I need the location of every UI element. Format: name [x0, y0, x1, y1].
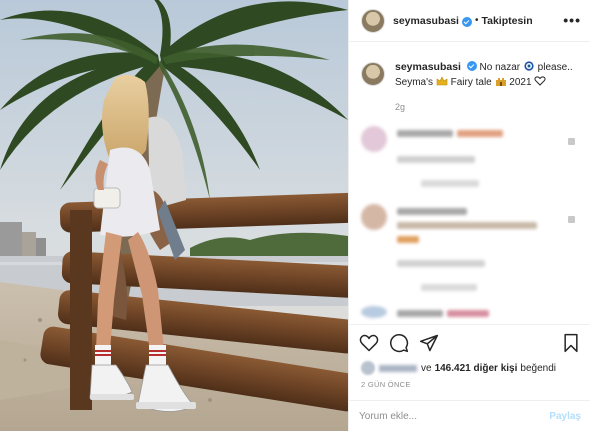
likes-count[interactable]: 146.421 diğer kişi — [435, 363, 518, 374]
post-header: seymasubasi • Takiptesin ••• — [349, 0, 590, 42]
comment-emojis-blurred — [457, 130, 503, 137]
heart-outline-emoji-icon — [534, 76, 546, 86]
caption-text-5: 2021 — [509, 77, 532, 88]
comment-box: Paylaş — [349, 400, 590, 431]
post-photo[interactable] — [0, 0, 348, 431]
verified-badge-icon — [466, 61, 477, 71]
comment-avatar — [361, 204, 387, 230]
comment-replies-blurred — [421, 180, 479, 187]
comment-text-blurred — [397, 222, 537, 229]
caption-text: seymasubasi No nazar please.. Seyma's Fa… — [395, 60, 573, 90]
crown-emoji-icon — [436, 76, 448, 86]
likes-suffix: beğendi — [520, 362, 556, 374]
likes-prefix: ve — [421, 362, 432, 374]
post-comment-button[interactable]: Paylaş — [549, 411, 581, 422]
comment-meta-blurred — [397, 156, 475, 163]
comment-avatar — [361, 306, 387, 318]
comment-emojis-blurred — [397, 236, 419, 243]
verified-badge-icon — [461, 16, 472, 27]
caption-avatar[interactable] — [361, 62, 385, 86]
follow-status-button[interactable]: Takiptesin — [481, 15, 532, 27]
header-separator: • — [474, 15, 479, 26]
share-icon[interactable] — [419, 333, 439, 353]
post-actions: ve 146.421 diğer kişi beğendi 2 GÜN ÖNCE — [349, 324, 590, 408]
comment-like-icon[interactable] — [568, 216, 575, 223]
heart-icon[interactable] — [359, 333, 379, 353]
caption-username[interactable]: seymasubasi — [395, 61, 461, 73]
beach-photo-illustration — [0, 0, 348, 431]
caption-text-3: Seyma's — [395, 77, 434, 88]
caption-time: 2g — [395, 102, 406, 112]
likes-summary[interactable]: ve 146.421 diğer kişi beğendi — [361, 361, 556, 375]
bookmark-icon[interactable] — [561, 333, 581, 353]
comment-emojis-blurred — [447, 310, 489, 317]
castle-emoji-icon — [495, 78, 506, 86]
comment-meta-blurred — [397, 260, 485, 267]
caption-text-2: please.. — [537, 62, 573, 73]
comment-username-blurred — [397, 310, 443, 317]
comment-input[interactable] — [359, 410, 550, 422]
more-options-icon[interactable]: ••• — [563, 12, 581, 28]
caption-text-1: No nazar — [479, 62, 521, 73]
post-date: 2 GÜN ÖNCE — [361, 380, 411, 389]
post-caption: seymasubasi No nazar please.. Seyma's Fa… — [361, 60, 581, 90]
author-username[interactable]: seymasubasi — [393, 15, 459, 27]
comment-username-blurred — [397, 208, 467, 215]
comment-replies-blurred — [421, 284, 477, 291]
post-side-panel: seymasubasi • Takiptesin ••• seymasubasi… — [348, 0, 590, 431]
comment-avatar — [361, 126, 387, 152]
liker-username-blurred — [379, 364, 417, 372]
liker-avatar — [361, 361, 375, 375]
nazar-eye-emoji-icon — [524, 61, 534, 71]
caption-text-4: Fairy tale — [450, 77, 492, 88]
author-avatar[interactable] — [361, 8, 385, 33]
comment-like-icon[interactable] — [568, 138, 575, 145]
instagram-post: seymasubasi • Takiptesin ••• seymasubasi… — [0, 0, 590, 431]
comment-username-blurred — [397, 130, 453, 137]
comment-icon[interactable] — [389, 333, 409, 353]
